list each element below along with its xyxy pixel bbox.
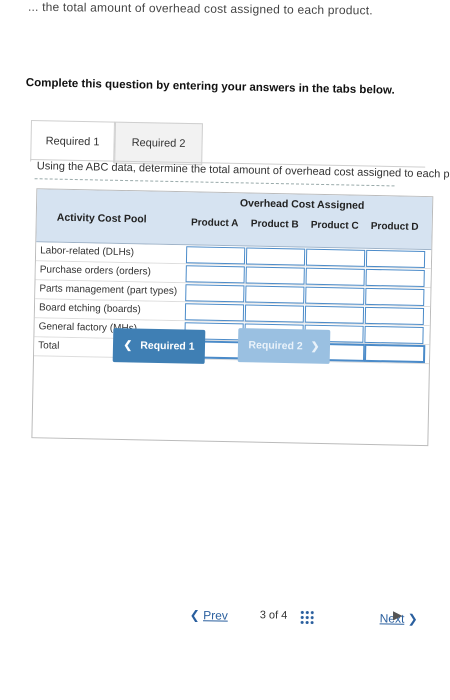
pager-footer: ❮ Prev 3 of 4 Next ❯ bbox=[189, 600, 450, 635]
input-cell[interactable] bbox=[244, 304, 305, 323]
column-header-product-a: Product A bbox=[190, 217, 239, 230]
overhead-table: Overhead Cost Assigned Activity Cost Poo… bbox=[31, 188, 434, 447]
column-header-product-c: Product C bbox=[310, 219, 359, 232]
input-cell[interactable] bbox=[365, 287, 425, 307]
input-cell[interactable] bbox=[364, 325, 424, 345]
group-header: Overhead Cost Assigned bbox=[239, 197, 365, 212]
row-label: Parts management (part types) bbox=[39, 283, 178, 298]
chevron-left-icon: ❮ bbox=[123, 339, 133, 352]
row-label: Labor-related (DLHs) bbox=[40, 245, 135, 259]
row-label: Purchase orders (orders) bbox=[39, 264, 152, 278]
page-total: 4 bbox=[281, 609, 288, 622]
input-cell[interactable] bbox=[185, 284, 245, 303]
page-of: of bbox=[268, 609, 279, 622]
total-label: Total bbox=[38, 340, 60, 352]
chevron-right-icon: ❯ bbox=[310, 340, 320, 353]
input-cell[interactable] bbox=[185, 246, 246, 265]
input-cell[interactable] bbox=[304, 305, 365, 324]
table-header: Overhead Cost Assigned Activity Cost Poo… bbox=[36, 189, 433, 251]
input-cell[interactable] bbox=[185, 265, 245, 284]
input-cell[interactable] bbox=[245, 285, 305, 304]
column-header-product-b: Product B bbox=[250, 218, 299, 231]
column-header-product-d: Product D bbox=[370, 220, 419, 233]
required-1-label: Required 1 bbox=[140, 339, 195, 353]
chevron-right-icon: ❯ bbox=[407, 611, 418, 626]
instruction-text: Complete this question by entering your … bbox=[25, 77, 395, 97]
required-2-button[interactable]: Required 2 ❯ bbox=[237, 328, 331, 364]
input-cell[interactable] bbox=[364, 306, 425, 326]
prev-link[interactable]: ❮ Prev bbox=[190, 608, 228, 623]
prompt-underline bbox=[34, 178, 395, 187]
grid-menu-icon[interactable] bbox=[299, 609, 314, 625]
pool-header: Activity Cost Pool bbox=[56, 211, 147, 226]
input-cell[interactable] bbox=[365, 249, 426, 269]
page-current: 3 bbox=[259, 609, 266, 622]
required-2-label: Required 2 bbox=[248, 339, 303, 353]
total-cell[interactable] bbox=[363, 343, 426, 364]
input-cell[interactable] bbox=[305, 286, 365, 305]
required-1-button[interactable]: ❮ Required 1 bbox=[112, 328, 206, 364]
tab-required-2[interactable]: Required 2 bbox=[114, 121, 203, 166]
row-label: Board etching (boards) bbox=[38, 302, 141, 316]
input-cell[interactable] bbox=[184, 303, 245, 322]
input-cell[interactable] bbox=[305, 267, 365, 286]
input-cell[interactable] bbox=[305, 248, 366, 267]
top-question-text: ... the total amount of overhead cost as… bbox=[27, 0, 373, 18]
pointer-cursor-icon: ▶ bbox=[393, 608, 403, 622]
input-cell[interactable] bbox=[245, 266, 305, 285]
page-indicator: 3 of 4 bbox=[260, 609, 288, 621]
chevron-left-icon: ❮ bbox=[189, 607, 200, 623]
tab-required-1[interactable]: Required 1 bbox=[30, 120, 115, 164]
prev-label: Prev bbox=[203, 608, 228, 623]
input-cell[interactable] bbox=[245, 247, 306, 266]
tab-panel: Using the ABC data, determine the total … bbox=[17, 158, 450, 561]
input-cell[interactable] bbox=[365, 268, 425, 288]
page: ... the total amount of overhead cost as… bbox=[0, 0, 450, 700]
